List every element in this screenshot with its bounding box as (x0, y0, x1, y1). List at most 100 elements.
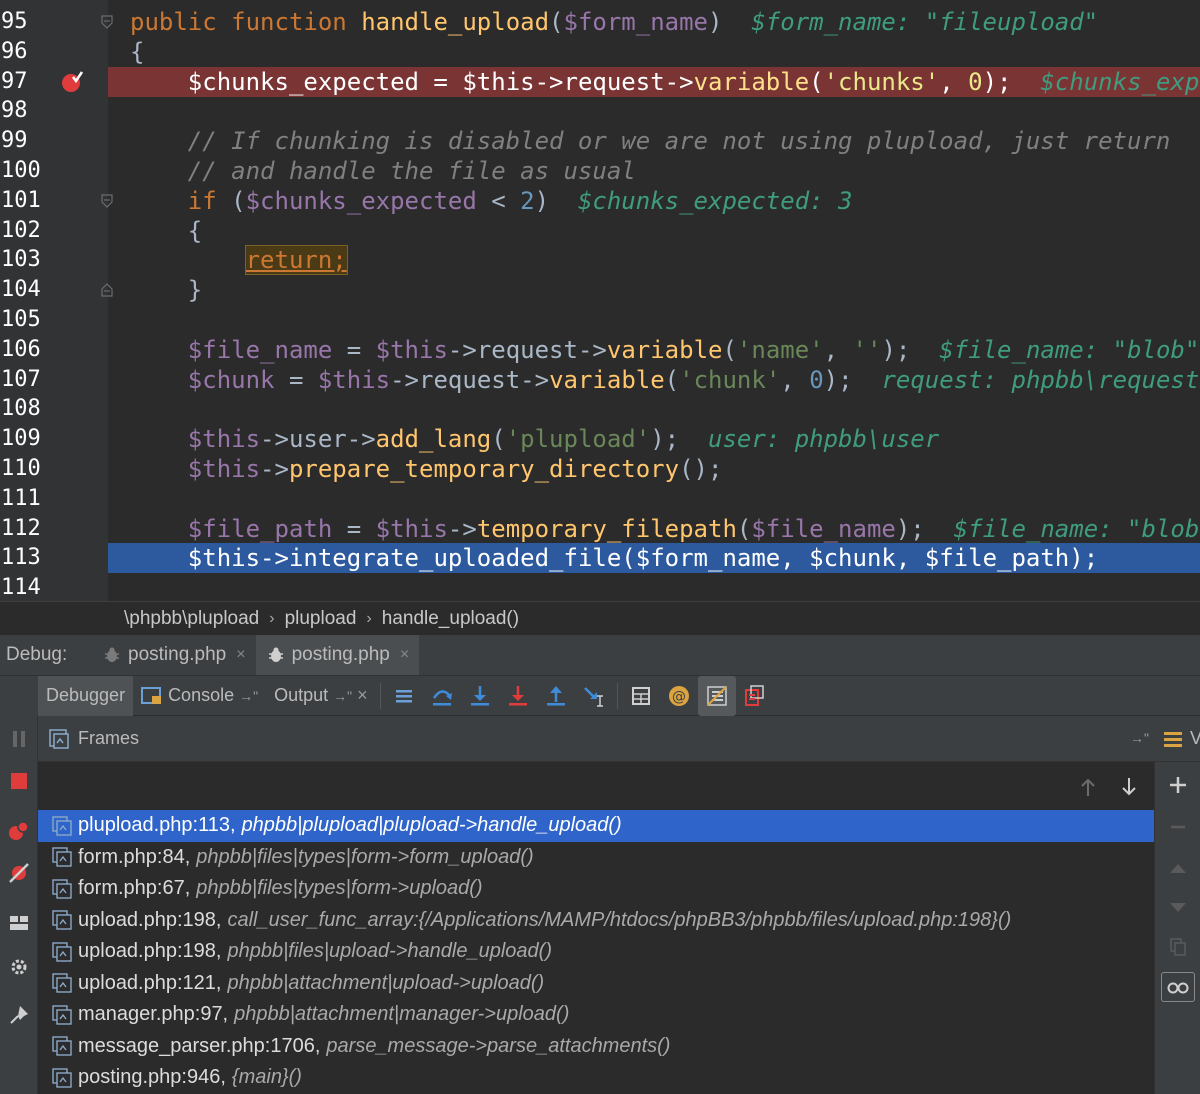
pin-icon[interactable]: →" (333, 688, 352, 704)
code-line[interactable]: 98 (0, 96, 1200, 126)
code-text[interactable]: $this->prepare_temporary_directory(); (108, 454, 1200, 484)
line-number[interactable]: 112 (0, 514, 48, 544)
line-number[interactable]: 100 (0, 156, 48, 186)
copy-icon[interactable] (1161, 932, 1195, 962)
code-text[interactable]: } (108, 275, 1200, 305)
line-number[interactable]: 99 (0, 126, 48, 156)
frame-row[interactable]: form.php:84, phpbb|files|types|form->form… (38, 842, 1154, 874)
line-number[interactable]: 107 (0, 365, 48, 395)
line-number[interactable]: 105 (0, 305, 48, 335)
line-number[interactable]: 96 (0, 37, 48, 67)
frame-row[interactable]: upload.php:121, phpbb|attachment|upload->… (38, 968, 1154, 1000)
frame-row[interactable]: upload.php:198, phpbb|files|upload->handl… (38, 936, 1154, 968)
frame-row[interactable]: posting.php:946, {main}() (38, 1062, 1154, 1094)
layout-icon[interactable] (5, 909, 33, 937)
code-text[interactable]: if ($chunks_expected < 2) $chunks_expect… (108, 186, 1200, 216)
code-line[interactable]: 109 $this->user->add_lang('plupload'); u… (0, 424, 1200, 454)
watches-toggle-icon[interactable] (697, 675, 736, 716)
code-text[interactable]: $chunk = $this->request->variable('chunk… (108, 365, 1200, 395)
run-to-cursor-icon[interactable] (575, 676, 613, 716)
frame-row[interactable]: form.php:67, phpbb|files|types|form->uplo… (38, 873, 1154, 905)
gear-icon[interactable] (5, 953, 33, 981)
code-line[interactable]: 113 $this->integrate_uploaded_file($form… (0, 543, 1200, 574)
breakpoint-icon[interactable] (60, 70, 84, 93)
debug-tab-posting-2[interactable]: posting.php × (255, 635, 420, 675)
line-number[interactable]: 97 (0, 67, 48, 97)
pin-icon[interactable]: →" (1130, 730, 1149, 746)
pin-icon[interactable] (5, 1001, 33, 1029)
code-line[interactable]: 100 // and handle the file as usual (0, 156, 1200, 186)
code-line[interactable]: 99 // If chunking is disabled or we are … (0, 126, 1200, 156)
frame-row[interactable]: plupload.php:113, phpbb|plupload|plupload… (38, 810, 1154, 842)
code-line[interactable]: 112 $file_path = $this->temporary_filepa… (0, 514, 1200, 544)
code-line[interactable]: 96 { (0, 37, 1200, 67)
line-number[interactable]: 95 (0, 7, 48, 37)
code-line[interactable]: 95 public function handle_upload($form_na… (0, 7, 1200, 37)
evaluate-expression-icon[interactable] (622, 676, 660, 716)
line-number[interactable]: 114 (0, 573, 48, 601)
fold-marker-icon[interactable] (100, 193, 114, 209)
code-text[interactable] (108, 573, 1200, 601)
tab-output[interactable]: Output →" × (266, 676, 376, 716)
code-line[interactable]: 111 (0, 484, 1200, 514)
step-out-icon[interactable] (537, 676, 575, 716)
code-text[interactable] (108, 305, 1200, 335)
line-number[interactable]: 113 (0, 543, 48, 573)
line-number[interactable]: 109 (0, 424, 48, 454)
code-text[interactable]: { (108, 37, 1200, 67)
code-text[interactable] (108, 484, 1200, 514)
code-text[interactable]: $file_path = $this->temporary_filepath($… (108, 514, 1200, 544)
code-line[interactable]: 102 { (0, 216, 1200, 246)
frame-row[interactable]: upload.php:198, call_user_func_array:{/Ap… (38, 905, 1154, 937)
breadcrumb-class[interactable]: plupload (285, 608, 357, 630)
show-execution-point-icon[interactable] (385, 676, 423, 716)
line-number[interactable]: 102 (0, 216, 48, 246)
code-editor[interactable]: 95 public function handle_upload($form_na… (0, 0, 1200, 601)
line-number[interactable]: 104 (0, 275, 48, 305)
line-number[interactable]: 110 (0, 454, 48, 484)
fold-marker-icon[interactable] (100, 14, 114, 30)
line-number[interactable]: 101 (0, 186, 48, 216)
line-number[interactable]: 106 (0, 335, 48, 365)
code-line[interactable]: 105 (0, 305, 1200, 335)
line-number[interactable]: 98 (0, 96, 48, 126)
step-over-icon[interactable] (423, 676, 461, 716)
code-text[interactable]: // and handle the file as usual (108, 156, 1200, 186)
line-number[interactable]: 111 (0, 484, 48, 514)
move-up-icon[interactable] (1161, 854, 1195, 884)
menu-lines-icon[interactable] (1162, 729, 1184, 749)
close-icon[interactable]: × (357, 685, 368, 706)
pause-icon[interactable] (5, 725, 33, 753)
fold-marker-icon[interactable] (100, 282, 114, 298)
tab-console[interactable]: Console →" (133, 676, 266, 716)
close-icon[interactable]: × (236, 646, 245, 664)
code-text[interactable] (108, 394, 1200, 424)
arrow-down-icon[interactable] (1119, 776, 1139, 798)
mute-breakpoints-icon[interactable] (5, 859, 33, 887)
view-breakpoints-icon[interactable] (5, 817, 33, 845)
arrow-up-icon[interactable] (1078, 776, 1098, 798)
code-line[interactable]: 110 $this->prepare_temporary_directory()… (0, 454, 1200, 484)
variables-panel-tab[interactable]: V (1190, 728, 1200, 749)
breadcrumb-namespace[interactable]: \phpbb\plupload (124, 608, 259, 630)
code-line[interactable]: 106 $file_name = $this->request->variabl… (0, 335, 1200, 365)
frame-row[interactable]: message_parser.php:1706, parse_message->p… (38, 1031, 1154, 1063)
step-into-icon[interactable] (461, 676, 499, 716)
line-number[interactable]: 103 (0, 245, 48, 275)
code-text[interactable]: $this->integrate_uploaded_file($form_nam… (108, 543, 1200, 574)
glasses-icon[interactable] (1161, 972, 1195, 1002)
code-line[interactable]: 101 if ($chunks_expected < 2) $chunks_ex… (0, 186, 1200, 216)
code-text[interactable]: { (108, 216, 1200, 246)
code-line[interactable]: 104 } (0, 275, 1200, 305)
restore-layout-icon[interactable] (736, 676, 774, 716)
code-line[interactable]: 103 return; (0, 245, 1200, 276)
code-line[interactable]: 107 $chunk = $this->request->variable('c… (0, 365, 1200, 395)
breadcrumb-method[interactable]: handle_upload() (382, 608, 519, 630)
tab-debugger[interactable]: Debugger (38, 675, 134, 716)
line-number[interactable]: 108 (0, 394, 48, 424)
debug-tab-posting-1[interactable]: posting.php × (92, 635, 256, 675)
move-down-icon[interactable] (1161, 892, 1195, 922)
pin-icon[interactable]: →" (239, 688, 258, 704)
force-step-into-icon[interactable] (499, 676, 537, 716)
code-line[interactable]: 108 (0, 394, 1200, 424)
